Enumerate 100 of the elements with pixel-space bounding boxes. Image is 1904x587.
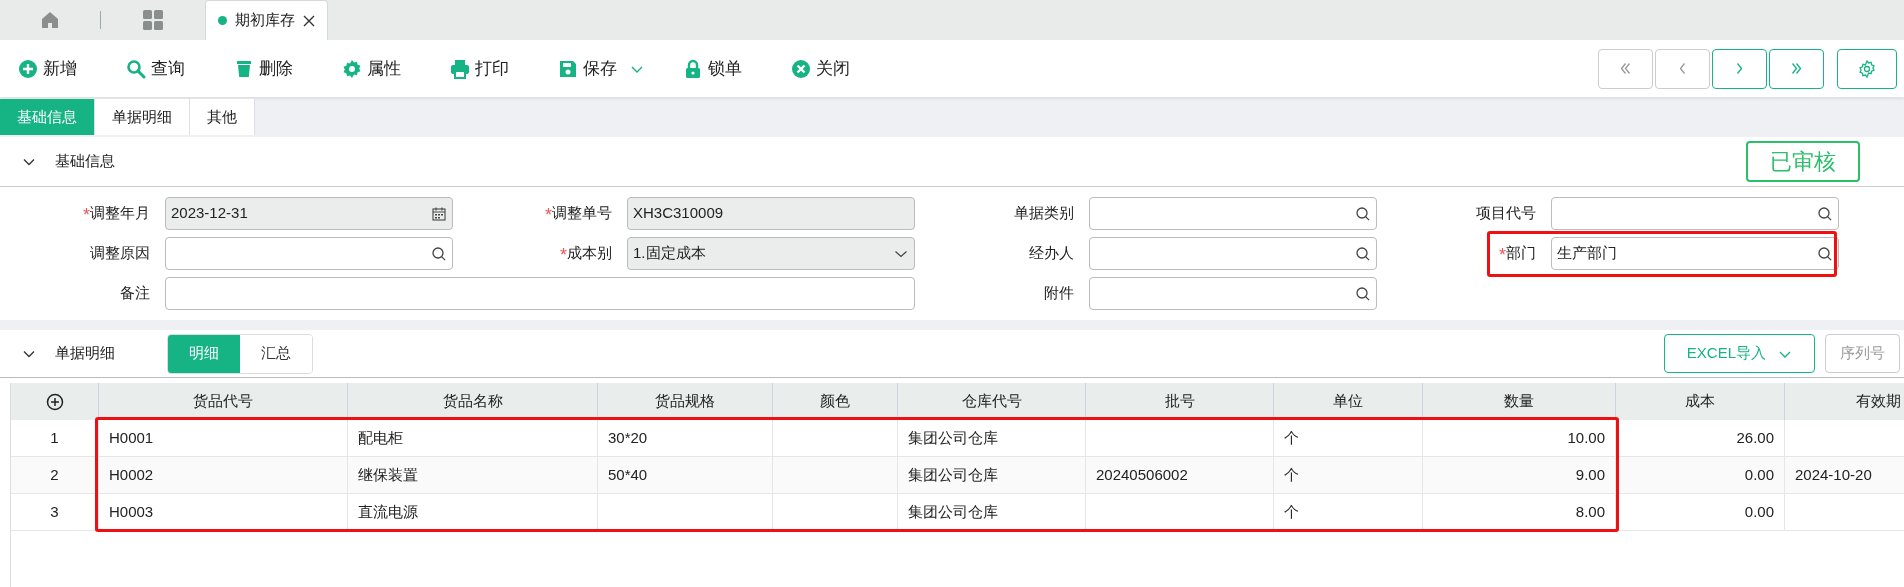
table-cell-text: 26.00: [1736, 427, 1774, 448]
table-cell-text: 30*20: [608, 427, 648, 448]
search-icon: [432, 246, 446, 261]
toolbar-button[interactable]: 打印: [450, 48, 558, 89]
toolbar-button[interactable]: 查询: [126, 48, 234, 89]
column-header: 颜色: [820, 391, 850, 412]
field-label: 项目代号: [1476, 203, 1536, 224]
toolbar-button[interactable]: 关闭: [791, 48, 899, 89]
table-cell-text: 0.00: [1744, 464, 1774, 485]
close-icon: [303, 14, 315, 27]
field-label: 成本别: [567, 243, 612, 264]
row-number: 1: [50, 427, 59, 448]
lock-icon: [683, 58, 703, 79]
table-cell-text: 个: [1284, 464, 1299, 485]
column-header: 批号: [1164, 391, 1195, 412]
required-mark: *: [545, 205, 552, 224]
column-header: 有效期: [1856, 391, 1901, 412]
chevron-right-icon: [1737, 63, 1742, 74]
table-cell-text: 配电柜: [358, 427, 403, 448]
table-cell-text: 10.00: [1567, 427, 1605, 448]
field-label: 调整单号: [552, 203, 612, 224]
column-header: 仓库代号: [961, 391, 1022, 412]
field-label: 调整年月: [90, 203, 150, 224]
input-field[interactable]: [1089, 197, 1377, 230]
settings-button[interactable]: [1837, 48, 1897, 89]
close-icon: [791, 58, 811, 79]
column-header: 数量: [1504, 391, 1534, 412]
document-tab[interactable]: 期初库存: [205, 0, 328, 40]
table-cell-text: 集团公司仓库: [908, 464, 998, 485]
toolbar-button[interactable]: 属性: [342, 48, 450, 89]
input-field[interactable]: 生产部门: [1551, 237, 1839, 270]
field-label: 备注: [120, 283, 150, 304]
table-cell-text: H0001: [109, 427, 154, 448]
search-icon: [1818, 206, 1832, 221]
table-cell-text: 个: [1284, 427, 1299, 448]
double-chevron-left-icon: [1621, 63, 1630, 74]
row-number: 2: [50, 464, 59, 485]
search-icon: [1356, 286, 1370, 301]
toolbar-button[interactable]: 锁单: [683, 48, 791, 89]
table-cell-text: 直流电源: [358, 501, 418, 522]
field-label: 部门: [1506, 243, 1536, 264]
input-field[interactable]: XH3C310009: [627, 197, 915, 230]
calendar-icon: [432, 206, 446, 221]
table-cell-text: 8.00: [1575, 501, 1605, 522]
search-icon: [1818, 246, 1832, 261]
row-number: 3: [50, 501, 59, 522]
toolbar-button[interactable]: 保存: [558, 48, 683, 89]
required-mark: *: [1499, 245, 1506, 264]
input-field[interactable]: [165, 237, 453, 270]
gear-icon: [342, 58, 362, 79]
home-icon: [40, 10, 60, 30]
form-tab[interactable]: 其他: [190, 99, 255, 135]
table-cell-text: 9.00: [1575, 464, 1605, 485]
settings-icon: [1857, 58, 1877, 79]
date-field[interactable]: 2023-12-31: [165, 197, 453, 230]
chevron-left-icon: [1680, 63, 1685, 74]
trash-icon: [234, 58, 254, 79]
table-cell-text: 2024-10-20: [1795, 464, 1872, 485]
status-stamp: 已审核: [1746, 141, 1860, 182]
printer-icon: [450, 58, 470, 79]
table-cell-text: 继保装置: [358, 464, 418, 485]
table-cell-text: 50*40: [608, 464, 648, 485]
table-cell-text: 0.00: [1744, 501, 1774, 522]
field-label: 附件: [1044, 283, 1074, 304]
column-header: 成本: [1685, 391, 1715, 412]
required-mark: *: [560, 245, 567, 264]
floppy-icon: [558, 58, 578, 79]
double-chevron-right-icon: [1792, 63, 1801, 74]
input-field[interactable]: [1551, 197, 1839, 230]
select-field[interactable]: 1.固定成本: [627, 237, 915, 270]
table-cell-text: H0003: [109, 501, 154, 522]
search-icon: [1356, 206, 1370, 221]
section-title: 单据明细: [55, 343, 116, 364]
add-row-icon: [45, 392, 64, 411]
field-label: 经办人: [1029, 243, 1074, 264]
table-cell-text: H0002: [109, 464, 154, 485]
table-cell-text: 集团公司仓库: [908, 427, 998, 448]
input-field[interactable]: [1089, 237, 1377, 270]
required-mark: *: [83, 205, 90, 224]
grid-icon: [142, 9, 164, 31]
column-header: 货品规格: [655, 391, 715, 412]
search-icon: [1356, 246, 1370, 261]
search-icon: [126, 58, 146, 79]
section-title: 基础信息: [55, 151, 115, 172]
toolbar-button[interactable]: 删除: [234, 48, 342, 89]
input-field[interactable]: [165, 277, 915, 310]
add-icon: [18, 58, 38, 79]
column-header: 单位: [1333, 391, 1363, 412]
pager-button[interactable]: [1712, 48, 1767, 89]
input-field[interactable]: [1089, 277, 1377, 310]
column-header: 货品名称: [442, 391, 503, 412]
table-cell-text: 个: [1284, 501, 1299, 522]
field-label: 单据类别: [1014, 203, 1074, 224]
column-header: 货品代号: [193, 391, 253, 412]
form-tab[interactable]: 单据明细: [95, 99, 190, 135]
toolbar-button[interactable]: 新增: [18, 48, 126, 89]
pager-button[interactable]: [1769, 48, 1824, 89]
table-cell-text: 20240506002: [1096, 464, 1188, 485]
field-label: 调整原因: [90, 243, 150, 264]
table-cell-text: 集团公司仓库: [908, 501, 998, 522]
